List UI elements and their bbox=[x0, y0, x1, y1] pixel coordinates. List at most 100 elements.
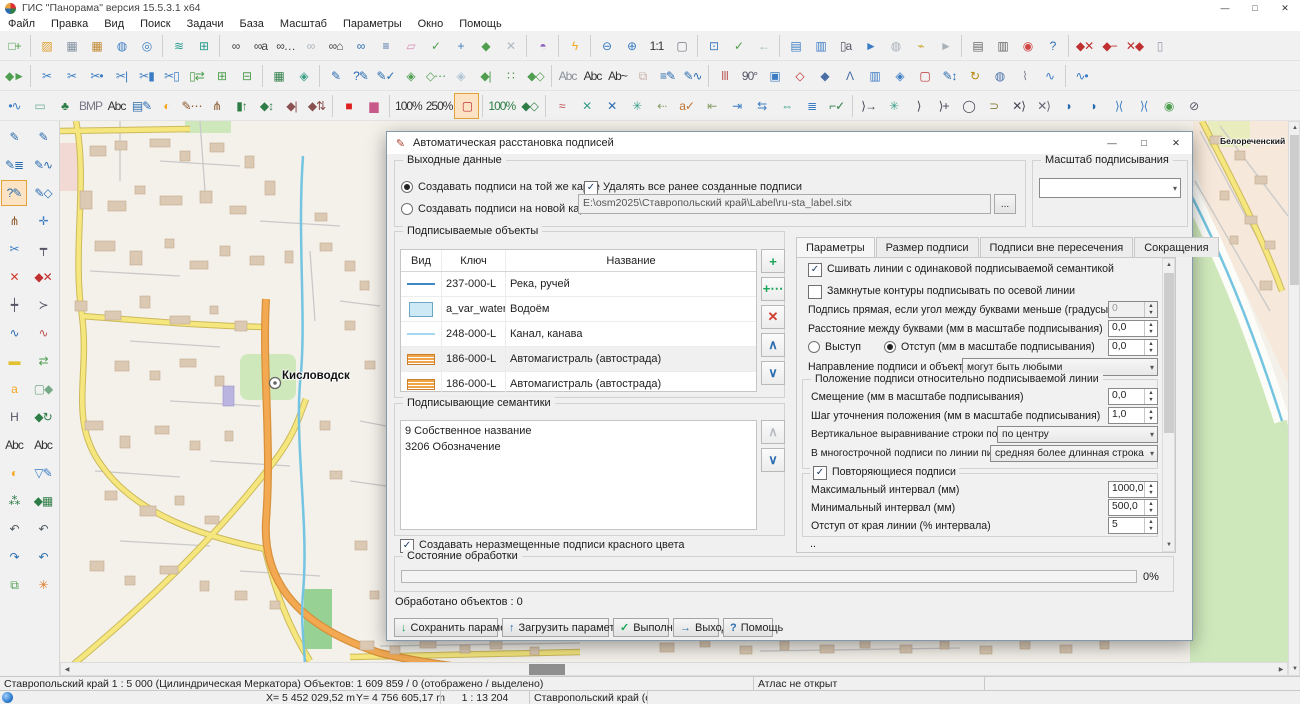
spin-up-icon[interactable]: ▲ bbox=[1145, 302, 1157, 310]
help-pointer-icon[interactable]: ? bbox=[1040, 33, 1065, 59]
lt-curve-points-icon[interactable]: ∿ bbox=[1, 320, 27, 346]
pair-objects-icon[interactable]: ◆◇ bbox=[523, 63, 548, 89]
highlight-polygon-icon[interactable]: ▱ bbox=[398, 33, 423, 59]
draw-check-icon[interactable]: ✎✓ bbox=[373, 63, 398, 89]
dialog-close-button[interactable]: ✕ bbox=[1160, 132, 1192, 154]
compass-icon[interactable]: ⊘ bbox=[1181, 93, 1206, 119]
lt-images-icon[interactable]: ⧉ bbox=[1, 572, 27, 598]
grid-fill-icon[interactable]: ▦ bbox=[266, 63, 291, 89]
text-wave-icon[interactable]: Ab~ bbox=[605, 63, 630, 89]
zoom-frame-icon[interactable]: ▢ bbox=[669, 33, 694, 59]
lt-scheme-icon[interactable]: ⁂ bbox=[1, 488, 27, 514]
exit-button[interactable]: →Выход bbox=[673, 618, 719, 637]
menu-item-база[interactable]: База bbox=[232, 18, 272, 30]
angle-90-icon[interactable]: 90° bbox=[737, 63, 762, 89]
sem-down-button[interactable]: ∨ bbox=[761, 448, 785, 472]
delete-minus-icon[interactable]: ◆− bbox=[1097, 33, 1122, 59]
brackets-icon[interactable]: ⟩⟨ bbox=[1106, 93, 1131, 119]
lt-diamond-delete-icon[interactable]: ◆✕ bbox=[30, 264, 56, 290]
spin-up-icon[interactable]: ▲ bbox=[1145, 482, 1157, 490]
lt-scissors-icon[interactable]: ✂ bbox=[1, 236, 27, 262]
open-geoportal-icon[interactable]: ◎ bbox=[134, 33, 159, 59]
diamond-target-icon[interactable]: ◈ bbox=[887, 63, 912, 89]
copy-attr-icon[interactable]: ⧉ bbox=[630, 63, 655, 89]
gradient-pair-icon[interactable]: ◆◇ bbox=[517, 93, 542, 119]
minimize-button[interactable]: — bbox=[1210, 0, 1240, 16]
lt-highlight-a-icon[interactable]: a bbox=[1, 376, 27, 402]
delete-object-icon[interactable]: ◆✕ bbox=[1072, 33, 1097, 59]
diamond-nodes-icon[interactable]: ◆ bbox=[812, 63, 837, 89]
scroll-right-icon[interactable]: ▶ bbox=[1275, 663, 1287, 675]
open-dbm-icon[interactable]: ▦ bbox=[84, 33, 109, 59]
find-address-icon[interactable]: ∞⌂ bbox=[323, 33, 348, 59]
objects-table[interactable]: ВидКлючНазвание237-000-LРека, ручейa_var… bbox=[400, 249, 757, 392]
copy-disabled-icon[interactable]: ◈ bbox=[448, 63, 473, 89]
spin-up-icon[interactable]: ▲ bbox=[1145, 340, 1157, 348]
hose-icon[interactable]: ⌇ bbox=[1012, 63, 1037, 89]
semantics-list[interactable]: 9 Собственное название3206 Обозначение bbox=[400, 420, 757, 530]
lt-diamond-table-icon[interactable]: ◆▦ bbox=[30, 488, 56, 514]
lt-text-abc-icon[interactable]: Abc bbox=[1, 432, 27, 458]
cut-object-icon[interactable]: ✂▯ bbox=[159, 63, 184, 89]
lt-insert-node-icon[interactable]: ┿ bbox=[1, 292, 27, 318]
diamond-outline-icon[interactable]: ◇ bbox=[787, 63, 812, 89]
node-hook-icon[interactable]: ⊃ bbox=[981, 93, 1006, 119]
params-scroll-thumb[interactable] bbox=[1164, 273, 1174, 433]
find-repeat-icon[interactable]: ∞ bbox=[348, 33, 373, 59]
edge-offset-spinner[interactable]: 5 ▲▼ bbox=[1108, 517, 1158, 534]
scroll-left-icon[interactable]: ◀ bbox=[61, 663, 73, 675]
topology-dash-icon[interactable]: ⇠ bbox=[649, 93, 674, 119]
tab-4[interactable]: Сокращения bbox=[1134, 237, 1218, 257]
node-x-icon[interactable]: ✕⟩ bbox=[1006, 93, 1031, 119]
diamond-cut-icon[interactable]: ◆⇅ bbox=[304, 93, 329, 119]
iron-plus-icon[interactable]: ◗ bbox=[1081, 93, 1106, 119]
journal-icon[interactable]: ▤✎ bbox=[129, 93, 154, 119]
lt-undo2-icon[interactable]: ↶ bbox=[30, 516, 56, 542]
cut-line-icon[interactable]: ✂ bbox=[34, 63, 59, 89]
find-more-icon[interactable]: ∞… bbox=[273, 33, 298, 59]
spin-up-icon[interactable]: ▲ bbox=[1145, 518, 1157, 526]
letter-distance-spinner[interactable]: 0,0 ▲▼ bbox=[1108, 320, 1158, 337]
highlight-add-icon[interactable]: + bbox=[448, 33, 473, 59]
otstup-spinner[interactable]: 0,0 ▲▼ bbox=[1108, 339, 1158, 356]
horizontal-scroll-thumb[interactable] bbox=[529, 664, 565, 675]
spin-up-icon[interactable]: ▲ bbox=[1145, 500, 1157, 508]
row-up-button[interactable]: ∧ bbox=[761, 333, 785, 357]
globe-3d-icon[interactable]: ◓ bbox=[530, 33, 555, 59]
dialog-title-bar[interactable]: ✎ Автоматическая расстановка подписей — … bbox=[387, 132, 1192, 154]
dialog-maximize-button[interactable]: □ bbox=[1128, 132, 1160, 154]
topology-x-icon[interactable]: ✕ bbox=[574, 93, 599, 119]
topology-cross-icon[interactable]: ≈ bbox=[549, 93, 574, 119]
spin-down-icon[interactable]: ▼ bbox=[1145, 526, 1157, 534]
node-circle-icon[interactable]: ◯ bbox=[956, 93, 981, 119]
menu-item-вид[interactable]: Вид bbox=[96, 18, 132, 30]
lt-move-arrows-icon[interactable]: ✛ bbox=[30, 208, 56, 234]
cut-part-icon[interactable]: ✂ bbox=[59, 63, 84, 89]
cut-segment-icon[interactable]: ✂| bbox=[109, 63, 134, 89]
scroll-up-icon[interactable]: ▲ bbox=[1289, 122, 1300, 134]
diamonds-bar-icon[interactable]: ◆| bbox=[279, 93, 304, 119]
tab-3[interactable]: Подписи вне пересечения bbox=[980, 237, 1134, 257]
lt-funnel-pencil-icon[interactable]: ▽✎ bbox=[30, 460, 56, 486]
semantic-item[interactable]: 3206 Обозначение bbox=[405, 439, 752, 455]
load-params-button[interactable]: ↑Загрузить параметры bbox=[502, 618, 609, 637]
max-interval-spinner[interactable]: 1000,0 ▲▼ bbox=[1108, 481, 1158, 498]
tab-1[interactable]: Параметры bbox=[796, 237, 875, 258]
lt-redo-icon[interactable]: ↷ bbox=[1, 544, 27, 570]
output-path-field[interactable]: E:\osm2025\Ставропольский край\Label\ru-… bbox=[578, 194, 991, 214]
fast-run-icon[interactable]: ϟ bbox=[562, 33, 587, 59]
menu-item-файл[interactable]: Файл bbox=[0, 18, 43, 30]
radio-vystup[interactable]: Выступ bbox=[808, 341, 861, 353]
print-page-icon[interactable]: ▥ bbox=[990, 33, 1015, 59]
new-map-icon[interactable]: □+ bbox=[2, 33, 27, 59]
scatter-objects-icon[interactable]: ∷ bbox=[498, 63, 523, 89]
spin-down-icon[interactable]: ▼ bbox=[1145, 310, 1157, 318]
checkbox-stitch-lines[interactable]: ✓ Сшивать линии с одинаковой подписываем… bbox=[808, 263, 1114, 277]
checkbox-delete-labels[interactable]: ✓ Удалять все ранее созданные подписи bbox=[584, 181, 802, 195]
raise-block-icon[interactable]: ▮↑ bbox=[229, 93, 254, 119]
globe-pointer-icon[interactable]: ◍ bbox=[883, 33, 908, 59]
copy-dashed-icon[interactable]: ◇⋯ bbox=[423, 63, 448, 89]
scale-combobox[interactable]: ▾ bbox=[1039, 178, 1181, 198]
cut-node-icon[interactable]: ✂• bbox=[84, 63, 109, 89]
lt-brush-cup-icon[interactable]: ⋔ bbox=[1, 208, 27, 234]
